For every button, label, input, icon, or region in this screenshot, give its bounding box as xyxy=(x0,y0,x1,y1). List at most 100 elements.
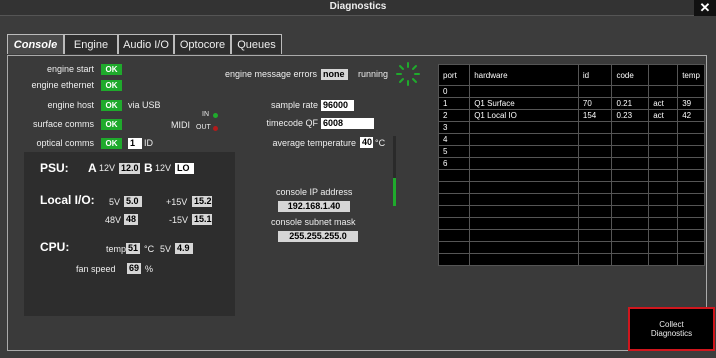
table-cell xyxy=(577,217,613,230)
table-cell: Q1 Local IO xyxy=(469,109,579,122)
average-temperature-value: 40 xyxy=(360,137,373,148)
running-label: running xyxy=(358,69,389,79)
local-io-m15-label: -15V xyxy=(169,215,189,225)
optical-id-value: 1 xyxy=(128,138,142,149)
table-cell xyxy=(437,205,471,218)
table-cell xyxy=(677,169,705,182)
table-cell xyxy=(648,169,679,182)
table-row[interactable] xyxy=(437,205,705,218)
table-cell xyxy=(469,85,579,98)
table-cell xyxy=(677,217,705,230)
table-row[interactable]: 1 Q1 Surface 70 0.21 act 39 xyxy=(437,97,705,110)
table-cell xyxy=(577,253,613,266)
collect-diagnostics-button[interactable]: Collect Diagnostics xyxy=(628,307,715,351)
table-cell xyxy=(611,205,650,218)
engine-host-label: engine host xyxy=(47,100,94,110)
power-status-box: PSU: A 12V 12.0 B 12V LO Local I/O: 5V 5… xyxy=(24,152,235,316)
table-row[interactable]: 6 xyxy=(437,157,705,170)
fan-speed-unit: % xyxy=(145,264,154,274)
table-cell: 70 xyxy=(577,97,613,110)
table-cell xyxy=(469,181,579,194)
table-cell xyxy=(577,181,613,194)
table-row[interactable] xyxy=(437,253,705,266)
table-cell: 1 xyxy=(437,97,471,110)
psu-b-volt-label: 12V xyxy=(155,163,172,173)
table-cell: act xyxy=(648,97,679,110)
local-io-p15-value: 15.2 xyxy=(192,196,212,207)
tab-audio-io[interactable]: Audio I/O xyxy=(118,34,174,54)
psu-b-value: LO xyxy=(175,163,194,174)
table-cell xyxy=(577,169,613,182)
engine-host-suffix: via USB xyxy=(128,100,161,110)
midi-in-label: IN xyxy=(202,111,209,118)
table-row[interactable]: 2 Q1 Local IO 154 0.23 act 42 xyxy=(437,109,705,122)
temperature-bar-fill xyxy=(393,178,396,206)
tab-optocore[interactable]: Optocore xyxy=(174,34,231,54)
tab-engine[interactable]: Engine xyxy=(64,34,118,54)
local-io-label: Local I/O: xyxy=(40,193,95,207)
local-io-m15-value: 15.1 xyxy=(192,214,212,225)
table-cell xyxy=(469,157,579,170)
table-cell xyxy=(611,193,650,206)
psu-a-volt-label: 12V xyxy=(99,163,116,173)
console-subnet-label: console subnet mask xyxy=(271,217,356,227)
table-cell xyxy=(577,193,613,206)
table-row[interactable] xyxy=(437,193,705,206)
window-title: Diagnostics xyxy=(329,1,387,12)
local-io-p15-label: +15V xyxy=(166,197,188,207)
column-header-hardware: hardware xyxy=(469,64,579,86)
table-row[interactable] xyxy=(437,181,705,194)
table-cell xyxy=(648,85,679,98)
table-cell xyxy=(648,121,679,134)
psu-label: PSU: xyxy=(40,161,69,175)
column-header-status xyxy=(648,64,679,86)
tab-console[interactable]: Console xyxy=(7,34,64,54)
collect-label-line1: Collect xyxy=(659,320,684,329)
midi-label: MIDI xyxy=(171,120,190,130)
engine-message-errors-value: none xyxy=(321,69,348,80)
column-header-port: port xyxy=(437,64,471,86)
table-cell xyxy=(648,205,679,218)
cpu-5v-label: 5V xyxy=(160,244,172,254)
table-row[interactable]: 0 xyxy=(437,85,705,98)
table-cell xyxy=(611,229,650,242)
cpu-temp-label: temp xyxy=(106,244,127,254)
table-cell: 4 xyxy=(437,133,471,146)
table-cell xyxy=(469,193,579,206)
table-cell xyxy=(677,181,705,194)
table-cell xyxy=(469,145,579,158)
table-row[interactable] xyxy=(437,229,705,242)
table-cell xyxy=(611,169,650,182)
table-cell xyxy=(648,229,679,242)
engine-start-label: engine start xyxy=(46,64,94,74)
table-cell xyxy=(469,121,579,134)
table-row[interactable] xyxy=(437,169,705,182)
title-bar: Diagnostics ✕ xyxy=(0,0,716,16)
table-cell xyxy=(677,85,705,98)
table-row[interactable] xyxy=(437,217,705,230)
table-row[interactable]: 5 xyxy=(437,145,705,158)
engine-start-status: OK xyxy=(101,64,122,75)
tab-queues[interactable]: Queues xyxy=(231,34,282,54)
table-cell xyxy=(648,241,679,254)
table-cell xyxy=(437,193,471,206)
local-io-5v-value: 5.0 xyxy=(124,196,142,207)
table-row[interactable]: 3 xyxy=(437,121,705,134)
table-cell: 0 xyxy=(437,85,471,98)
column-header-code: code xyxy=(611,64,650,86)
table-cell xyxy=(611,241,650,254)
table-cell xyxy=(437,253,471,266)
table-row[interactable]: 4 xyxy=(437,133,705,146)
engine-ethernet-status: OK xyxy=(101,80,122,91)
table-cell xyxy=(437,169,471,182)
table-cell: 154 xyxy=(577,109,613,122)
table-cell xyxy=(677,145,705,158)
table-header-row: port hardware id code temp xyxy=(437,64,705,86)
timecode-value: 6008 xyxy=(321,118,374,129)
temperature-bar-track xyxy=(393,136,396,206)
table-cell xyxy=(677,253,705,266)
table-row[interactable] xyxy=(437,241,705,254)
engine-message-errors-label: engine message errors xyxy=(224,69,317,79)
close-button[interactable]: ✕ xyxy=(694,0,716,16)
table-cell: 6 xyxy=(437,157,471,170)
